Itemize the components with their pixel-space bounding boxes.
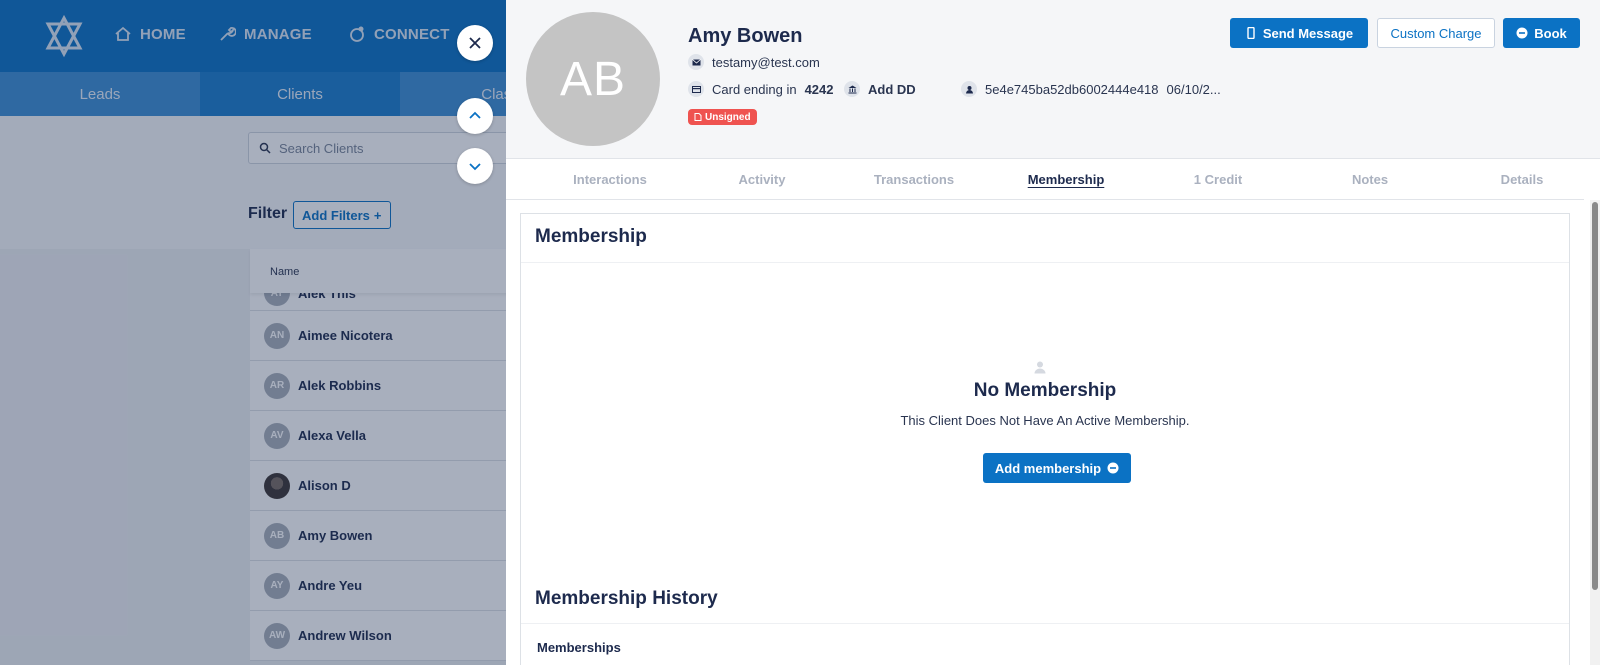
membership-history-title: Membership History (535, 588, 718, 609)
close-panel-button[interactable] (457, 25, 493, 61)
tab-activity[interactable]: Activity (739, 172, 786, 187)
book-button[interactable]: Book (1503, 18, 1580, 48)
card-last4: 4242 (804, 81, 834, 97)
custom-charge-button[interactable]: Custom Charge (1377, 18, 1495, 48)
close-icon (469, 37, 481, 49)
tab-membership[interactable]: Membership (1028, 172, 1105, 187)
add-dd-label: Add DD (868, 81, 916, 97)
phone-icon (1247, 27, 1255, 39)
client-email[interactable]: testamy@test.com (712, 55, 820, 70)
document-icon (694, 113, 702, 121)
previous-client-button[interactable] (457, 98, 493, 134)
badge-label: Unsigned (705, 111, 751, 123)
credit-card-icon (688, 81, 704, 97)
scrollbar-thumb[interactable] (1592, 202, 1598, 590)
plus-circle-icon (1516, 27, 1528, 39)
bank-icon (844, 81, 860, 97)
memberships-subheading: Memberships (537, 640, 621, 655)
tab-credit[interactable]: 1 Credit (1194, 172, 1242, 187)
add-membership-label: Add membership (994, 460, 1102, 476)
send-message-label: Send Message (1262, 25, 1354, 41)
divider (521, 623, 1569, 624)
user-icon (1034, 361, 1046, 374)
book-label: Book (1534, 25, 1567, 41)
chevron-up-icon (469, 111, 481, 119)
card-prefix: Card ending in (712, 81, 797, 97)
send-message-button[interactable]: Send Message (1230, 18, 1368, 48)
email-icon (688, 54, 704, 70)
panel-scrollbar[interactable] (1590, 200, 1600, 665)
client-email-line: testamy@test.com (688, 54, 820, 70)
tab-details[interactable]: Details (1501, 172, 1544, 187)
user-id-icon (961, 81, 977, 97)
next-client-button[interactable] (457, 148, 493, 184)
chevron-down-icon (469, 163, 481, 171)
client-date: 06/10/2... (1166, 81, 1221, 97)
membership-title: Membership (535, 226, 647, 247)
client-id: 5e4e745ba52db6002444e418 (985, 81, 1159, 97)
empty-state-subtitle: This Client Does Not Have An Active Memb… (900, 413, 1190, 428)
client-id-line: 5e4e745ba52db6002444e418 06/10/2... (961, 81, 1221, 97)
client-header: AB Amy Bowen testamy@test.com Card endin… (506, 0, 1600, 159)
add-membership-button[interactable]: Add membership (983, 453, 1131, 483)
tab-transactions[interactable]: Transactions (874, 172, 954, 187)
plus-circle-icon (1107, 462, 1119, 474)
client-card-line: Card ending in 4242 (688, 81, 833, 97)
divider (521, 262, 1569, 263)
client-name-heading: Amy Bowen (688, 25, 803, 47)
status-badge: Unsigned (688, 109, 757, 125)
tab-notes[interactable]: Notes (1352, 172, 1388, 187)
client-avatar: AB (526, 12, 660, 146)
client-detail-panel: AB Amy Bowen testamy@test.com Card endin… (506, 0, 1600, 665)
add-dd-link[interactable]: Add DD (844, 81, 916, 97)
tab-interactions[interactable]: Interactions (573, 172, 647, 187)
membership-card: Membership No Membership This Client Doe… (520, 213, 1570, 665)
empty-state-title: No Membership (973, 380, 1117, 401)
client-tabs: Interactions Activity Transactions Membe… (506, 159, 1584, 200)
modal-overlay[interactable] (0, 0, 506, 665)
